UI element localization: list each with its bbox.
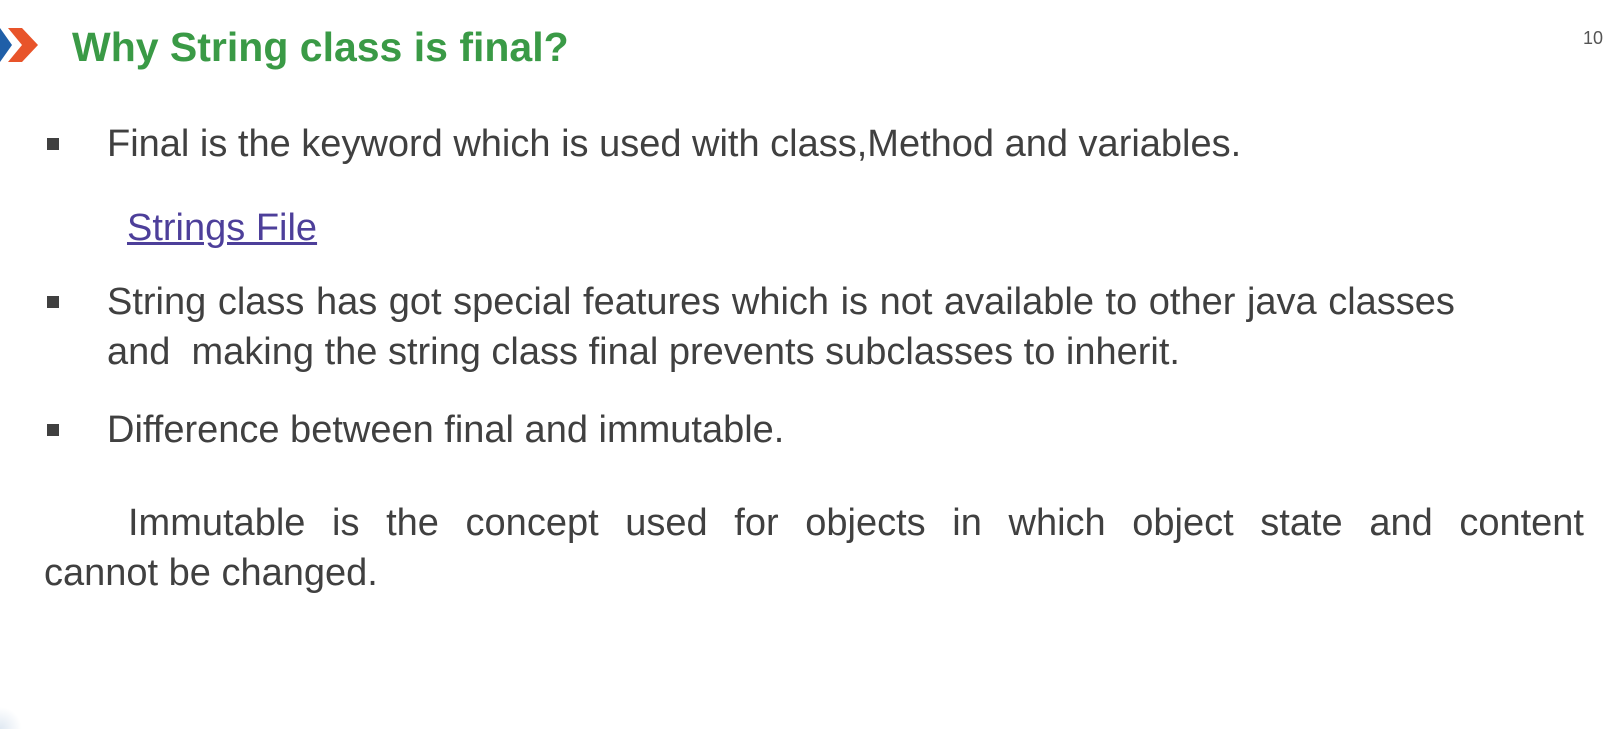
- bullet-square-icon: [47, 296, 59, 308]
- bullet-item: String class has got special features wh…: [0, 277, 1619, 377]
- paragraph-line: Immutable is the concept used for object…: [128, 502, 1584, 544]
- bullet-item: Final is the keyword which is used with …: [0, 119, 1619, 169]
- corner-decoration: [0, 707, 22, 729]
- paragraph-line: cannot be changed.: [44, 552, 378, 594]
- bullet-text-line: String class has got special features wh…: [107, 281, 1455, 323]
- strings-file-link[interactable]: Strings File: [127, 203, 317, 253]
- bullet-square-icon: [47, 138, 59, 150]
- bullet-text: Difference between final and immutable.: [107, 409, 785, 451]
- slide: Why String class is final? 10 Final is t…: [0, 0, 1619, 729]
- bullet-item: Difference between final and immutable.: [0, 405, 1619, 455]
- slide-title: Why String class is final?: [72, 24, 569, 70]
- bullet-text-line: and making the string class final preven…: [107, 331, 1180, 373]
- bullet-square-icon: [47, 424, 59, 436]
- slide-number: 10: [1582, 28, 1603, 48]
- immutable-paragraph: Immutable is the concept used for object…: [44, 498, 1584, 598]
- bullet-text: Final is the keyword which is used with …: [107, 123, 1242, 165]
- double-chevron-logo-icon: [0, 28, 38, 62]
